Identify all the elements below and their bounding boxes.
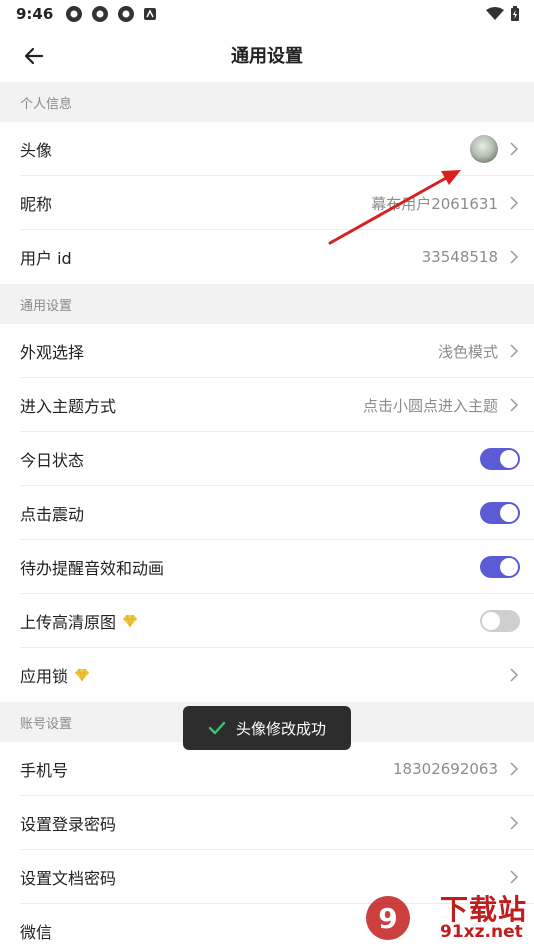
today-status-toggle[interactable] xyxy=(480,448,520,470)
system-status-icons xyxy=(486,6,520,22)
chevron-right-icon xyxy=(510,762,519,776)
check-icon xyxy=(208,721,226,735)
chevron-right-icon xyxy=(510,816,519,830)
today-status-label: 今日状态 xyxy=(20,451,85,470)
todo-sound-toggle[interactable] xyxy=(480,556,520,578)
watermark-url: 91xz.net xyxy=(440,922,523,942)
phone-row[interactable]: 手机号 18302692063 xyxy=(0,742,534,796)
login-password-label: 设置登录密码 xyxy=(20,815,117,834)
vibrate-label: 点击震动 xyxy=(20,505,85,524)
doc-password-label: 设置文档密码 xyxy=(20,869,117,888)
wechat-label: 微信 xyxy=(20,923,53,942)
chevron-right-icon xyxy=(510,196,519,210)
todo-sound-row: 待办提醒音效和动画 xyxy=(0,540,534,594)
toggle-knob xyxy=(500,450,518,468)
upload-hd-label-wrap: 上传高清原图 xyxy=(20,609,138,633)
enter-topic-row[interactable]: 进入主题方式 点击小圆点进入主题 xyxy=(0,378,534,432)
toggle-knob xyxy=(500,504,518,522)
todo-sound-label: 待办提醒音效和动画 xyxy=(20,559,165,578)
appearance-value: 浅色模式 xyxy=(437,342,498,361)
back-button[interactable] xyxy=(18,40,50,72)
appearance-label: 外观选择 xyxy=(20,343,85,362)
diamond-icon xyxy=(123,614,138,628)
app-lock-label-wrap: 应用锁 xyxy=(20,663,90,687)
chevron-right-icon xyxy=(510,398,519,412)
app-notification-icon xyxy=(144,8,157,20)
toast: 头像修改成功 xyxy=(183,706,351,750)
section-header-general: 通用设置 xyxy=(0,284,534,324)
enter-topic-label: 进入主题方式 xyxy=(20,397,117,416)
toggle-knob xyxy=(482,612,500,630)
upload-hd-label: 上传高清原图 xyxy=(20,613,117,632)
status-time: 9:46 xyxy=(16,5,54,23)
vibrate-toggle[interactable] xyxy=(480,502,520,524)
app-notification-icon xyxy=(118,6,135,22)
battery-icon xyxy=(511,6,519,21)
svg-text:9: 9 xyxy=(378,902,397,935)
chevron-right-icon xyxy=(510,344,519,358)
toggle-knob xyxy=(500,558,518,576)
enter-topic-value: 点击小圆点进入主题 xyxy=(362,396,498,415)
userid-value: 33548518 xyxy=(421,248,498,266)
section-header-personal: 个人信息 xyxy=(0,82,534,122)
status-bar: 9:46 xyxy=(0,0,534,28)
userid-row[interactable]: 用户 id 33548518 xyxy=(0,230,534,284)
arrow-left-icon xyxy=(24,47,44,65)
nickname-value: 幕布用户2061631 xyxy=(371,194,498,213)
wifi-icon xyxy=(486,7,504,20)
notification-icons xyxy=(65,5,157,23)
app-notification-icon xyxy=(66,6,83,22)
chevron-right-icon xyxy=(510,870,519,884)
app-notification-icon xyxy=(92,6,109,22)
chevron-right-icon xyxy=(510,668,519,682)
avatar-label: 头像 xyxy=(20,141,53,160)
nickname-label: 昵称 xyxy=(20,195,53,214)
avatar-row[interactable]: 头像 xyxy=(0,122,534,176)
chevron-right-icon xyxy=(510,250,519,264)
login-password-row[interactable]: 设置登录密码 xyxy=(0,796,534,850)
userid-label: 用户 id xyxy=(20,249,72,268)
appearance-row[interactable]: 外观选择 浅色模式 xyxy=(0,324,534,378)
phone-value: 18302692063 xyxy=(393,760,498,778)
app-bar: 通用设置 xyxy=(0,28,534,82)
app-lock-row[interactable]: 应用锁 xyxy=(0,648,534,702)
today-status-row: 今日状态 xyxy=(0,432,534,486)
upload-hd-row: 上传高清原图 xyxy=(0,594,534,648)
app-lock-label: 应用锁 xyxy=(20,667,69,686)
nickname-row[interactable]: 昵称 幕布用户2061631 xyxy=(0,176,534,230)
phone-label: 手机号 xyxy=(20,761,69,780)
chevron-right-icon xyxy=(510,142,519,156)
diamond-icon xyxy=(75,668,90,682)
page-title: 通用设置 xyxy=(231,46,303,67)
avatar[interactable] xyxy=(470,135,498,163)
vibrate-row: 点击震动 xyxy=(0,486,534,540)
upload-hd-toggle[interactable] xyxy=(480,610,520,632)
toast-text: 头像修改成功 xyxy=(235,719,326,738)
